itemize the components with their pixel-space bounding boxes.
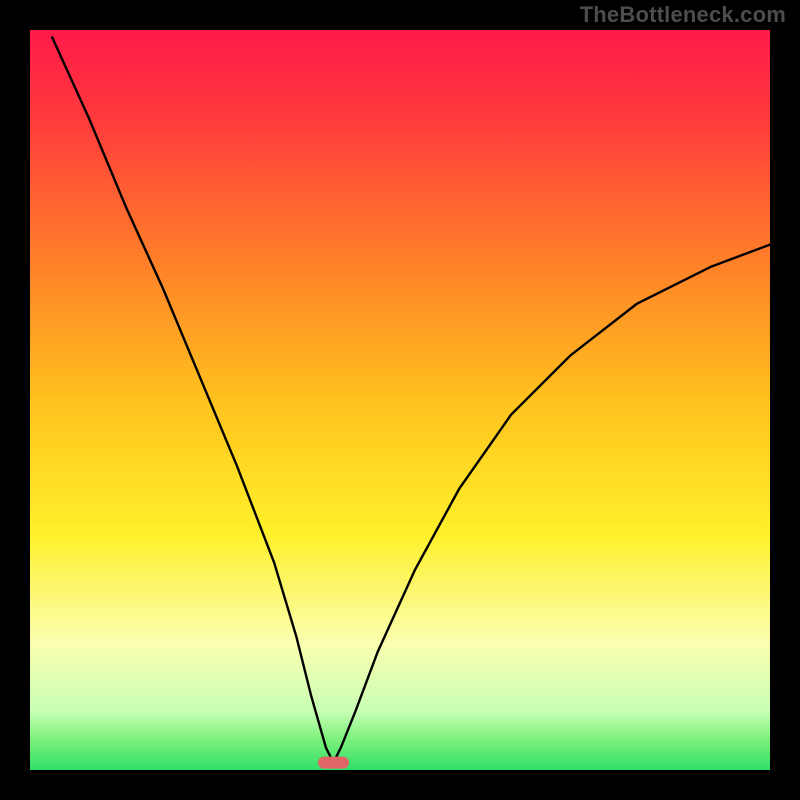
watermark-text: TheBottleneck.com — [580, 2, 786, 28]
bottleneck-chart — [0, 0, 800, 800]
plot-background — [30, 30, 770, 770]
optimal-marker — [318, 757, 349, 769]
chart-container: TheBottleneck.com — [0, 0, 800, 800]
